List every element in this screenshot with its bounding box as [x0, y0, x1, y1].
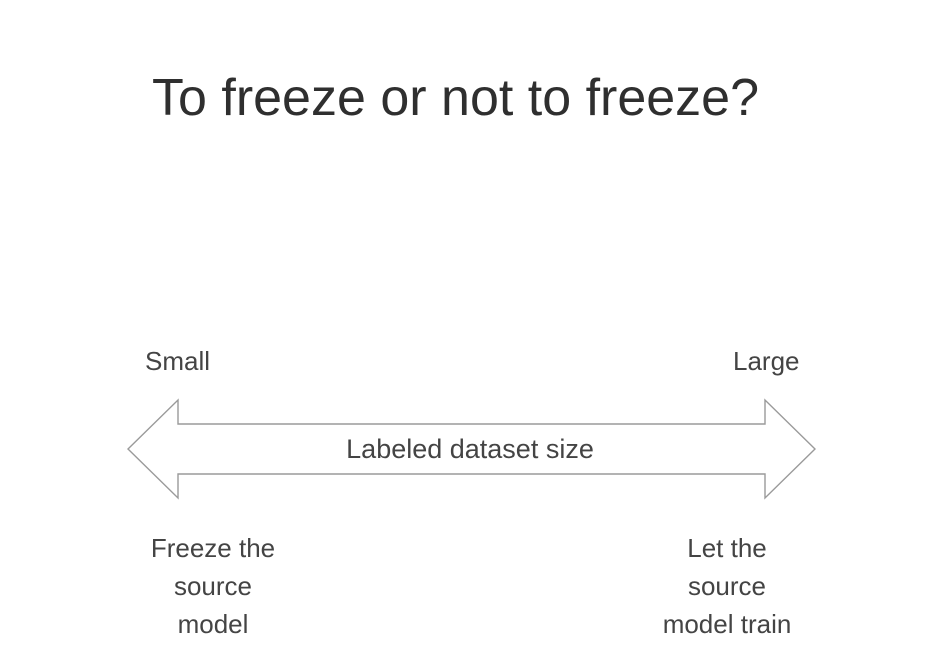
left-caption-line: source [173, 571, 253, 601]
slide: To freeze or not to freeze? Small Large … [0, 0, 928, 651]
right-caption: Let the source model train [607, 529, 847, 643]
right-caption-line: source [687, 571, 767, 601]
left-caption-line: Freeze the [150, 533, 276, 563]
axis-label: Labeled dataset size [346, 434, 594, 464]
right-caption-line: Let the [687, 533, 767, 563]
left-caption-line: model [177, 609, 249, 639]
left-caption: Freeze the source model [93, 529, 333, 643]
right-caption-line: model train [662, 609, 792, 639]
